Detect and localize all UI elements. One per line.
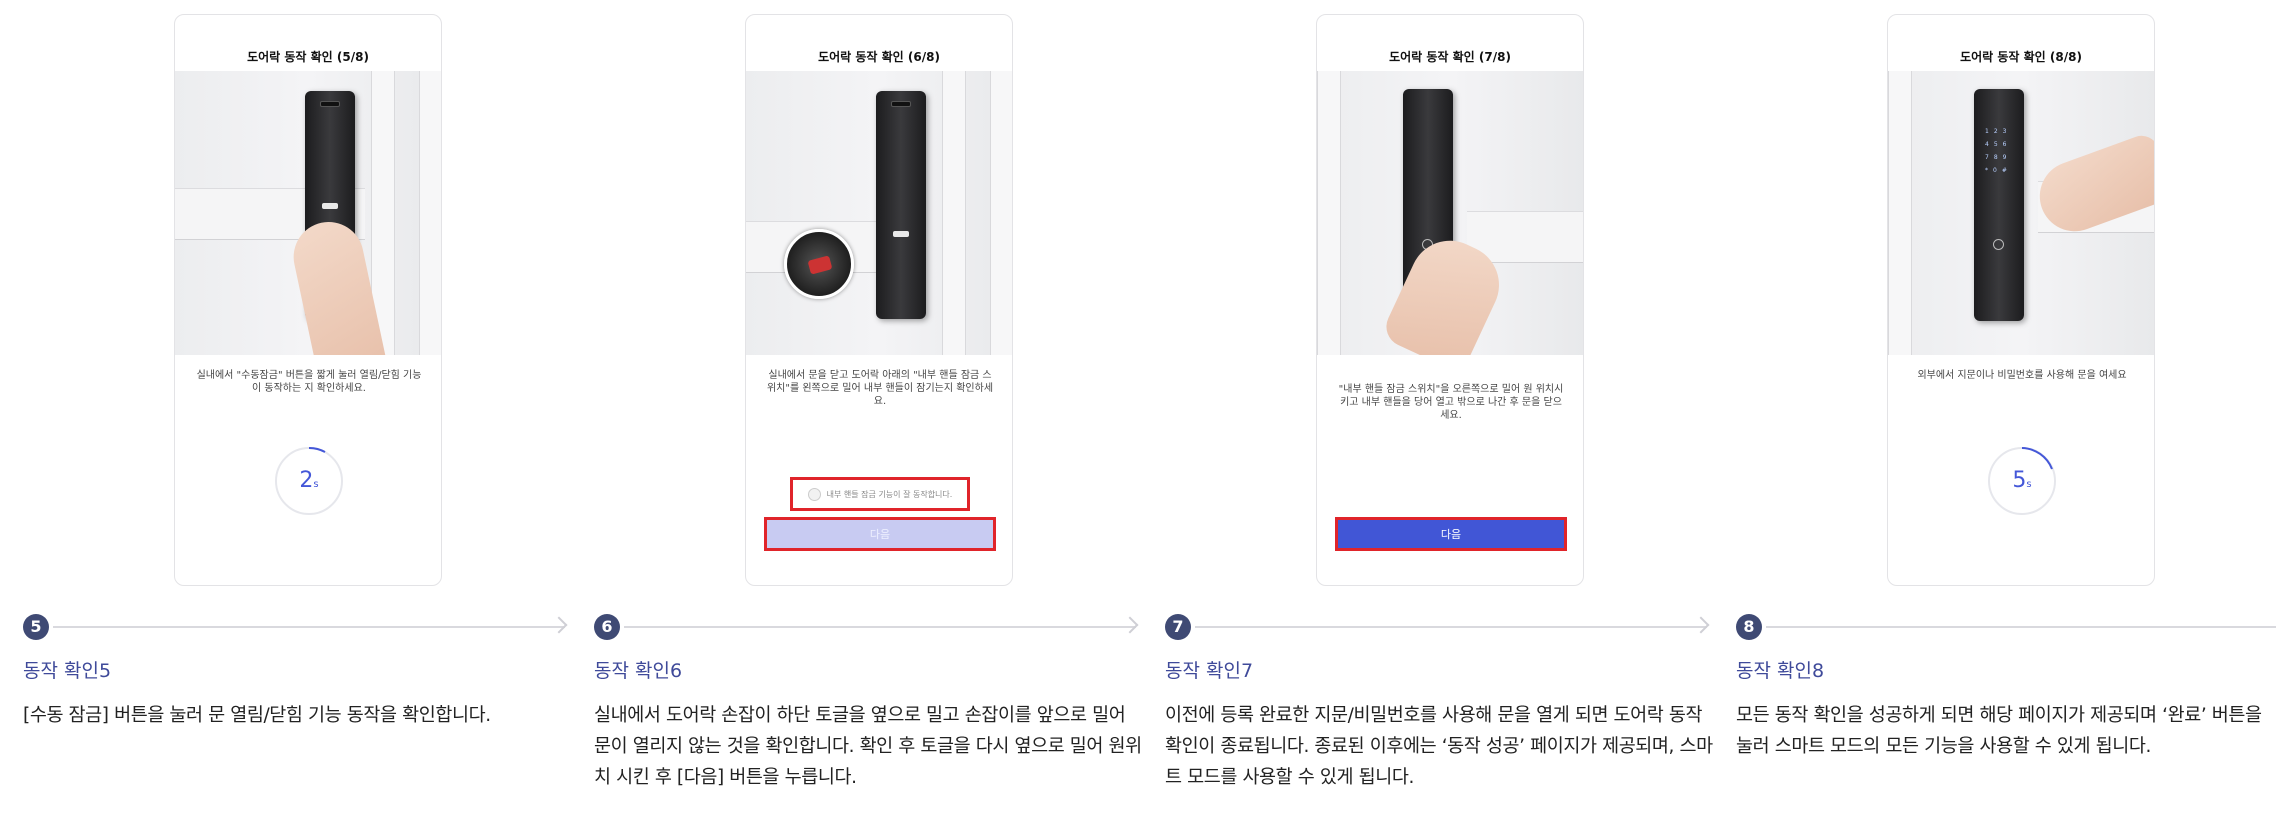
phone-screen: 도어락 동작 확인 (7/8) "내부 핸들 잠금 스위치"을 오른쪽으로 밀어… bbox=[1316, 14, 1584, 586]
door-illustration: 123 456 789 *0# bbox=[1888, 71, 2154, 355]
next-button[interactable]: 다음 bbox=[764, 517, 996, 551]
step-7-card: 도어락 동작 확인 (7/8) "내부 핸들 잠금 스위치"을 오른쪽으로 밀어… bbox=[1142, 0, 1713, 828]
instruction-text: 실내에서 "수동잠금" 버튼을 짧게 눌러 열림/닫힘 기능이 동작하는 지 확… bbox=[196, 370, 422, 394]
timeline-line bbox=[1766, 626, 2276, 628]
step-number-badge: 5 bbox=[23, 614, 49, 640]
door-frame bbox=[1317, 71, 1341, 355]
step-number-badge: 7 bbox=[1165, 614, 1191, 640]
step-description: 모든 동작 확인을 성공하게 되면 해당 페이지가 제공되며 ‘완료’ 버튼을 … bbox=[1736, 705, 2262, 757]
step-number-badge: 8 bbox=[1736, 614, 1762, 640]
step-number-badge: 6 bbox=[594, 614, 620, 640]
step-heading: 동작 확인5 bbox=[23, 660, 112, 682]
timer-arc-icon bbox=[308, 447, 326, 453]
timeline-line bbox=[53, 626, 565, 628]
door-illustration bbox=[175, 71, 441, 355]
lock-slot bbox=[320, 101, 340, 107]
lock-ring-icon bbox=[1993, 239, 2004, 250]
step-heading: 동작 확인6 bbox=[594, 660, 683, 682]
step-timeline: 6 bbox=[594, 614, 1142, 640]
manual-lock-button bbox=[893, 231, 909, 237]
instruction-text: 외부에서 지문이나 비밀번호를 사용해 문을 여세요 bbox=[1917, 370, 2127, 381]
step-timeline: 5 bbox=[23, 614, 571, 640]
step-timeline: 7 bbox=[1165, 614, 1713, 640]
door-frame bbox=[419, 71, 441, 355]
phone-title: 도어락 동작 확인 (7/8) bbox=[1389, 50, 1511, 64]
checkbox-label: 내부 핸들 잠금 기능이 잘 동작합니다. bbox=[826, 489, 953, 499]
step-5-card: 도어락 동작 확인 (5/8) 실내에서 "수동잠금" 버튼을 짧게 눌러 열림… bbox=[0, 0, 571, 828]
countdown-timer: 5s bbox=[1988, 447, 2056, 515]
phone-title: 도어락 동작 확인 (6/8) bbox=[818, 50, 940, 64]
timer-arc-icon bbox=[2021, 447, 2053, 470]
phone-screen: 도어락 동작 확인 (6/8) 실내에서 문을 닫고 도어락 아래의 "내부 핸… bbox=[745, 14, 1013, 586]
next-button[interactable]: 다음 bbox=[1335, 517, 1567, 551]
step-8-card: 도어락 동작 확인 (8/8) 123 456 789 *0# 외부에서 지문이나 비… bbox=[1713, 0, 2276, 828]
step-6-card: 도어락 동작 확인 (6/8) 실내에서 문을 닫고 도어락 아래의 "내부 핸… bbox=[571, 0, 1142, 828]
step-heading: 동작 확인7 bbox=[1165, 660, 1254, 682]
phone-screen: 도어락 동작 확인 (5/8) 실내에서 "수동잠금" 버튼을 짧게 눌러 열림… bbox=[174, 14, 442, 586]
step-description: 실내에서 도어락 손잡이 하단 토글을 옆으로 밀고 손잡이를 앞으로 밀어 문… bbox=[594, 705, 1142, 788]
door-illustration bbox=[1317, 71, 1583, 355]
switch-zoom-icon bbox=[784, 229, 854, 299]
chevron-right-icon bbox=[1121, 616, 1139, 634]
timeline-line bbox=[1195, 626, 1707, 628]
door-lock bbox=[876, 91, 926, 319]
phone-title: 도어락 동작 확인 (5/8) bbox=[247, 50, 369, 64]
step-heading: 동작 확인8 bbox=[1736, 660, 1825, 682]
handle-lock-checkbox[interactable]: 내부 핸들 잠금 기능이 잘 동작합니다. bbox=[790, 477, 970, 511]
chevron-right-icon bbox=[550, 616, 568, 634]
chevron-right-icon bbox=[1692, 616, 1710, 634]
door-frame bbox=[1888, 71, 1912, 355]
instruction-text: 실내에서 문을 닫고 도어락 아래의 "내부 핸들 잠금 스위치"를 왼쪽으로 … bbox=[766, 370, 994, 407]
door-illustration bbox=[746, 71, 1012, 355]
phone-screen: 도어락 동작 확인 (8/8) 123 456 789 *0# 외부에서 지문이나 비… bbox=[1887, 14, 2155, 586]
step-description: [수동 잠금] 버튼을 눌러 문 열림/닫힘 기능 동작을 확인합니다. bbox=[23, 705, 491, 726]
door-lock: 123 456 789 *0# bbox=[1974, 89, 2024, 321]
step-timeline: 8 bbox=[1736, 614, 2276, 640]
keypad-icon: 123 456 789 *0# bbox=[1985, 128, 2012, 174]
countdown-timer: 2s bbox=[275, 447, 343, 515]
manual-lock-button bbox=[322, 203, 338, 209]
phone-title: 도어락 동작 확인 (8/8) bbox=[1960, 50, 2082, 64]
step-description: 이전에 등록 완료한 지문/비밀번호를 사용해 문을 열게 되면 도어락 동작 … bbox=[1165, 705, 1713, 788]
next-button-label: 다음 bbox=[869, 528, 891, 541]
checkbox-circle-icon[interactable] bbox=[807, 487, 821, 501]
timeline-line bbox=[624, 626, 1136, 628]
lock-slot bbox=[891, 101, 911, 107]
next-button-label: 다음 bbox=[1440, 528, 1462, 541]
door-frame bbox=[990, 71, 1012, 355]
instruction-text: "내부 핸들 잠금 스위치"을 오른쪽으로 밀어 원 위치시키고 내부 핸들을 … bbox=[1338, 384, 1564, 421]
door-frame bbox=[942, 71, 966, 355]
